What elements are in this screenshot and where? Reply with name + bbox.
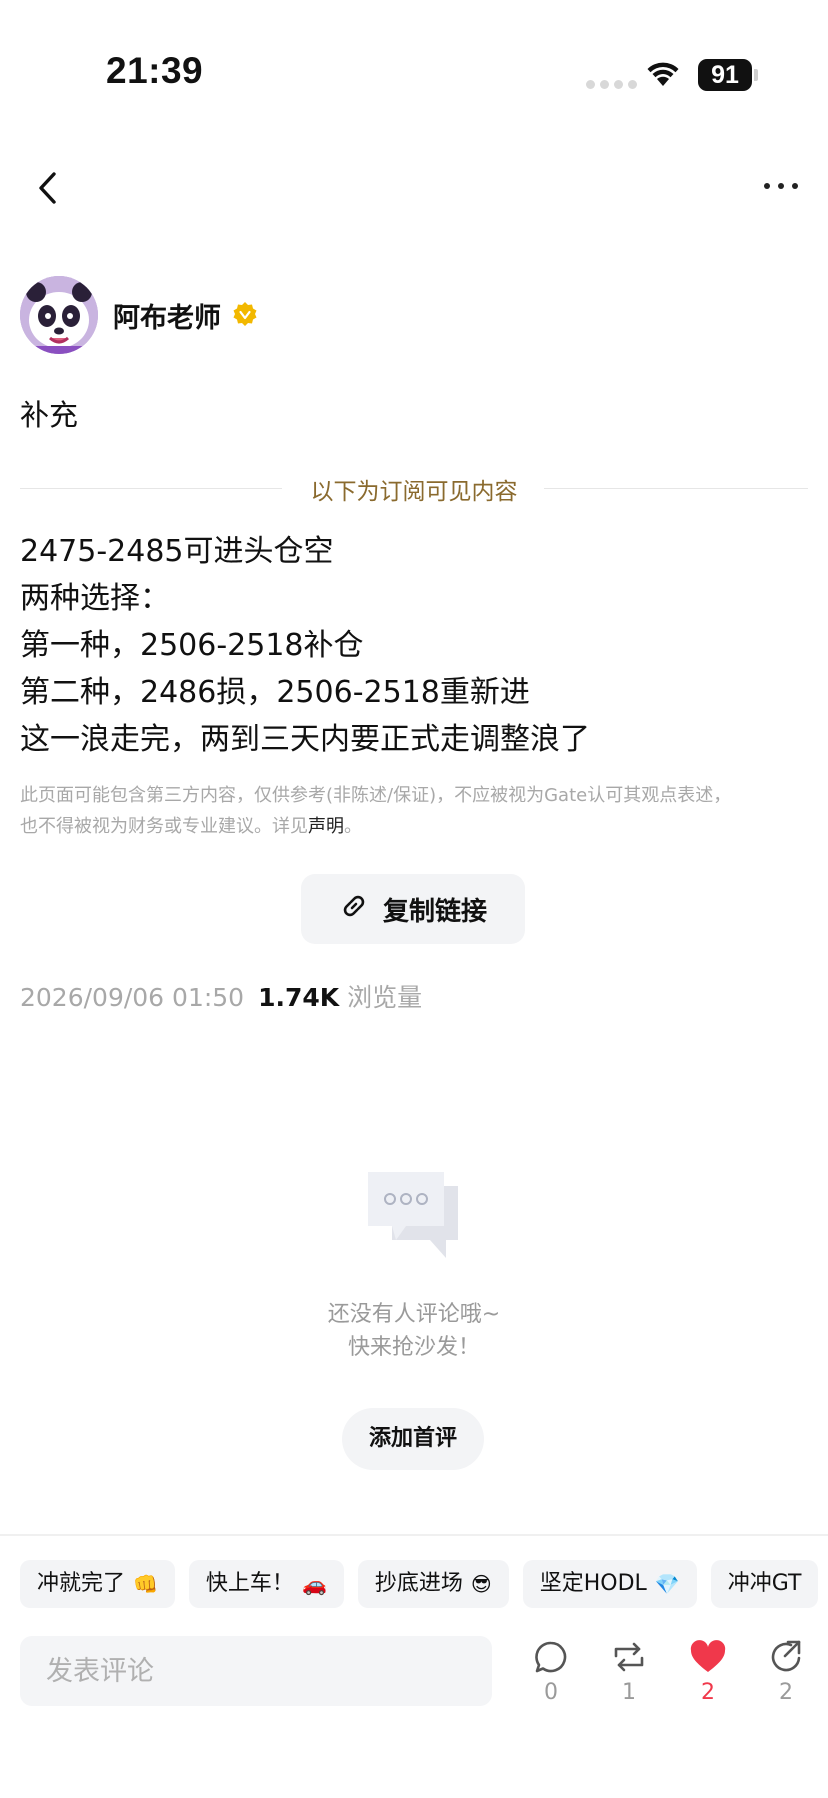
quick-reply-chip[interactable]: 快上车！ 🚗 [188, 1560, 344, 1608]
empty-comments-icon [366, 1170, 462, 1266]
post-body: 2475-2485可进头仓空 两种选择： 第一种，2506-2518补仓 第二种… [20, 528, 590, 763]
like-count: 2 [701, 1680, 715, 1705]
add-first-comment-button[interactable]: 添加首评 [342, 1408, 484, 1470]
wifi-icon [644, 58, 682, 92]
post-timestamp: 2026/09/06 01:50 [20, 983, 245, 1012]
post-body-line: 两种选择： [20, 581, 170, 616]
quick-reply-label: 冲冲GT [727, 1571, 802, 1596]
link-icon [339, 891, 369, 928]
repost-count: 1 [622, 1680, 636, 1705]
quick-reply-label: 坚定HODL [539, 1571, 647, 1596]
avatar[interactable] [20, 276, 98, 354]
diamond-emoji: 💎 [654, 1572, 680, 1596]
heart-icon [690, 1640, 726, 1672]
quick-reply-chip[interactable]: 冲就完了 👊 [20, 1560, 175, 1608]
verified-badge-icon [232, 301, 258, 331]
repost-icon [614, 1642, 644, 1672]
comment-count: 0 [544, 1680, 558, 1705]
bottom-divider [0, 1534, 828, 1536]
car-emoji: 🚗 [301, 1572, 327, 1596]
post-body-line: 第一种，2506-2518补仓 [20, 628, 364, 663]
views-count: 1.74K [258, 983, 340, 1012]
back-button[interactable] [36, 170, 60, 210]
copy-link-button[interactable]: 复制链接 [301, 874, 525, 944]
fist-emoji: 👊 [133, 1572, 158, 1596]
quick-reply-chip[interactable]: 抄底进场 😎 [357, 1560, 509, 1608]
battery-nub [754, 69, 758, 81]
share-action[interactable]: 2 [756, 1640, 816, 1705]
post-title: 补充 [20, 398, 79, 432]
empty-comments-line1: 还没有人评论哦~ [327, 1302, 501, 1327]
empty-comments-line2: 快来抢沙发！ [347, 1335, 480, 1360]
empty-comments-text: 还没有人评论哦~ 快来抢沙发！ [0, 1298, 828, 1364]
post-body-line: 这一浪走完，两到三天内要正式走调整浪了 [20, 722, 590, 757]
disclaimer-text-2: 也不得被视为财务或专业建议。详见 [20, 816, 308, 837]
subscription-divider-label: 以下为订阅可见内容 [310, 479, 518, 505]
divider-right [544, 488, 808, 489]
quick-replies: 冲就完了 👊 快上车！ 🚗 抄底进场 😎 坚定HODL 💎 冲冲GT [20, 1560, 819, 1608]
share-count: 2 [779, 1680, 793, 1705]
comment-input[interactable] [20, 1636, 492, 1706]
battery-level: 91 [698, 59, 752, 91]
quick-reply-chip[interactable]: 冲冲GT [710, 1560, 819, 1608]
cellular-signal-icon [586, 80, 637, 89]
copy-link-label: 复制链接 [382, 896, 487, 927]
more-options-icon[interactable] [764, 183, 798, 189]
disclaimer: 此页面可能包含第三方内容，仅供参考(非陈述/保证)，不应被视为Gate认可其观点… [20, 780, 790, 842]
quick-reply-label: 冲就完了 [37, 1571, 126, 1596]
quick-reply-chip[interactable]: 坚定HODL 💎 [522, 1560, 697, 1608]
quick-reply-label: 抄底进场 [374, 1571, 463, 1596]
statement-link[interactable]: 声明 [308, 816, 344, 837]
share-icon [771, 1640, 801, 1672]
post-body-line: 第二种，2486损，2506-2518重新进 [20, 675, 530, 710]
post-body-line: 2475-2485可进头仓空 [20, 534, 334, 569]
quick-reply-label: 快上车！ [205, 1571, 294, 1596]
like-action[interactable]: 2 [678, 1640, 738, 1705]
status-time: 21:39 [106, 50, 204, 91]
post-meta: 2026/09/06 01:50 1.74K 浏览量 [20, 978, 422, 1014]
views-label: 浏览量 [347, 983, 423, 1012]
disclaimer-suffix: 。 [344, 816, 362, 837]
sunglasses-emoji: 😎 [470, 1572, 492, 1596]
comment-action[interactable]: 0 [521, 1640, 581, 1705]
repost-action[interactable]: 1 [599, 1640, 659, 1705]
disclaimer-text: 此页面可能包含第三方内容，仅供参考(非陈述/保证)，不应被视为Gate认可其观点… [20, 785, 732, 806]
author-name[interactable]: 阿布老师 [113, 296, 221, 335]
comment-bubble-icon [535, 1641, 567, 1673]
